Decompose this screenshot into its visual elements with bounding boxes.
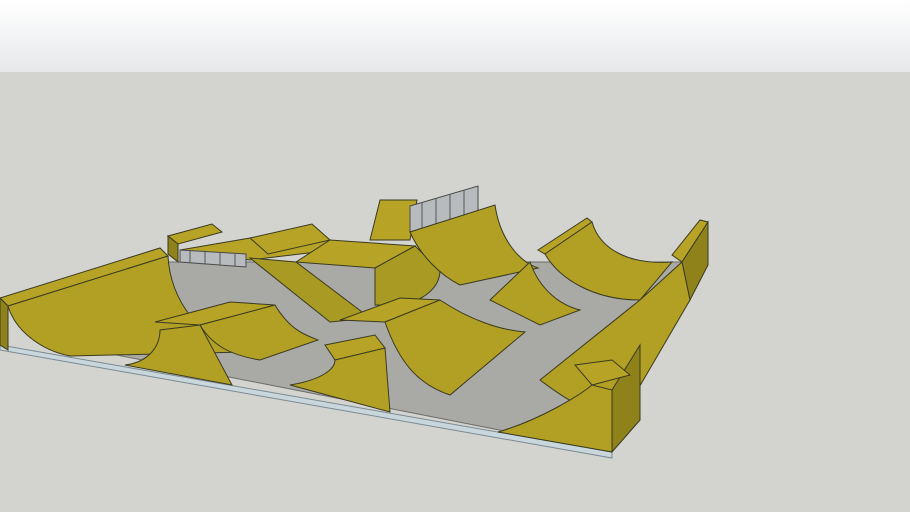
model-viewport[interactable] bbox=[0, 0, 910, 512]
skatepark-model bbox=[0, 185, 709, 459]
